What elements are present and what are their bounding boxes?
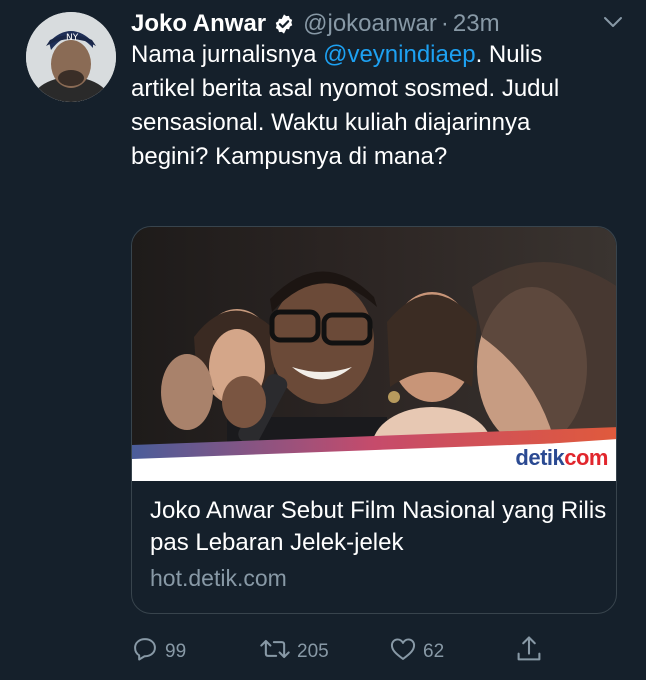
reply-button[interactable]: 99 <box>131 632 186 672</box>
reply-count: 99 <box>165 641 187 662</box>
author-name[interactable]: Joko Anwar <box>131 10 266 38</box>
card-image: detikcom <box>132 227 616 481</box>
tweet-text-part: Nama jurnalisnya <box>131 41 324 68</box>
retweet-icon <box>259 635 291 669</box>
svg-text:NY: NY <box>66 33 79 43</box>
tweet-actions: 99 205 62 <box>131 632 551 672</box>
card-photo <box>132 227 616 481</box>
share-icon <box>515 634 543 670</box>
card-domain: hot.detik.com <box>150 565 287 591</box>
tweet-header: Joko Anwar @jokoanwar · 23m <box>131 6 628 42</box>
retweet-button[interactable]: 205 <box>259 632 329 672</box>
link-card[interactable]: detikcom Joko Anwar Sebut Film Nasional … <box>131 226 617 614</box>
retweet-count: 205 <box>297 641 329 662</box>
share-button[interactable] <box>515 632 543 672</box>
avatar-image: NY <box>26 12 116 102</box>
mention-link[interactable]: @veynindiaep <box>323 41 475 68</box>
separator-dot: · <box>440 10 449 37</box>
card-title[interactable]: Joko Anwar Sebut Film Nasional yang Rili… <box>150 495 610 559</box>
tweet-timestamp[interactable]: 23m <box>453 10 500 38</box>
reply-icon <box>131 635 159 669</box>
author-avatar[interactable]: NY <box>26 12 116 102</box>
like-button[interactable]: 62 <box>389 632 444 672</box>
chevron-down-icon[interactable] <box>602 14 624 35</box>
detik-logo: detikcom <box>515 445 608 470</box>
verified-badge-icon <box>273 13 295 35</box>
like-icon <box>389 635 417 669</box>
author-handle[interactable]: @jokoanwar <box>303 10 437 38</box>
tweet-text: Nama jurnalisnya @veynindiaep. Nulis art… <box>131 38 601 174</box>
like-count: 62 <box>423 641 445 662</box>
